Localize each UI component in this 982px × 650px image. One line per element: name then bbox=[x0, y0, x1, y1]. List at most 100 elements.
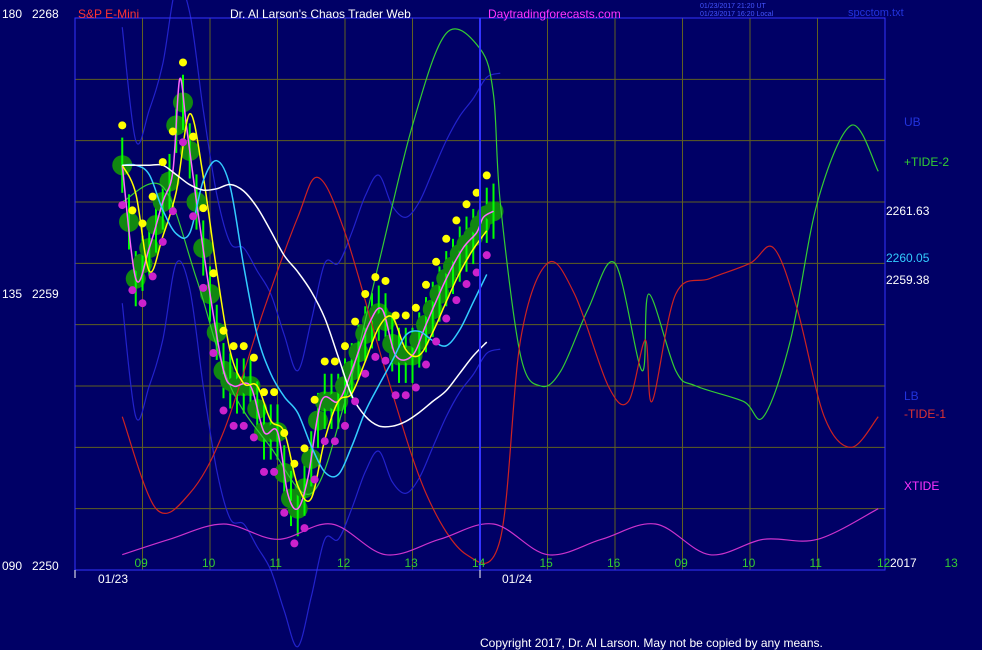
time-tick-label: 13 bbox=[405, 556, 419, 570]
low-dot bbox=[260, 467, 268, 476]
date-label-day2: 01/24 bbox=[502, 572, 532, 586]
axis-price-2250: 2250 bbox=[32, 559, 59, 573]
low-dot bbox=[229, 421, 238, 430]
high-dot bbox=[280, 429, 289, 438]
high-dot bbox=[239, 342, 248, 351]
time-tick-label: 16 bbox=[607, 556, 621, 570]
axis-price-2259: 2259 bbox=[32, 287, 59, 301]
time-tick-label: 11 bbox=[810, 556, 823, 570]
high-dot bbox=[432, 257, 441, 266]
high-dot bbox=[422, 280, 430, 289]
price-label-cyan: 2260.05 bbox=[886, 251, 930, 265]
low-dot bbox=[452, 296, 461, 305]
instrument-title: S&P E-Mini bbox=[78, 7, 139, 21]
copyright: Copyright 2017, Dr. Al Larson. May not b… bbox=[480, 636, 823, 650]
time-tick-label: 15 bbox=[540, 556, 554, 570]
upper-band-line bbox=[121, 0, 501, 372]
chart-svg: 180 2268 S&P E-Mini Dr. Al Larson's Chao… bbox=[2, 0, 959, 650]
high-dot bbox=[411, 303, 420, 312]
high-dot bbox=[260, 388, 268, 397]
time-tick-label: 09 bbox=[135, 556, 149, 570]
time-tick-label: 10 bbox=[742, 556, 756, 570]
low-dot bbox=[442, 314, 451, 323]
low-dot bbox=[148, 272, 157, 281]
low-dot bbox=[158, 237, 167, 246]
high-dot bbox=[229, 342, 238, 351]
low-dot bbox=[330, 437, 339, 446]
high-dot bbox=[442, 234, 451, 243]
low-dot bbox=[381, 356, 390, 365]
high-dot bbox=[310, 395, 319, 404]
high-dot bbox=[148, 192, 157, 201]
low-dot bbox=[310, 475, 319, 484]
indicator-lines bbox=[121, 28, 879, 564]
low-dot bbox=[239, 421, 248, 430]
axis-price-2268: 2268 bbox=[32, 7, 59, 21]
date-label-day1: 01/23 bbox=[98, 572, 128, 586]
high-dot bbox=[290, 459, 299, 468]
time-tick-label: 11 bbox=[270, 556, 283, 570]
high-dot bbox=[320, 357, 329, 366]
high-dot bbox=[341, 342, 349, 351]
high-dot bbox=[249, 353, 258, 362]
low-dot bbox=[320, 437, 329, 446]
price-label-white: 2261.63 bbox=[886, 204, 930, 218]
time-axis: 09101112131415160910111213141516 bbox=[135, 556, 959, 570]
legend-ub: UB bbox=[904, 115, 921, 129]
high-dot bbox=[219, 326, 228, 335]
high-dot bbox=[351, 317, 360, 326]
high-dot bbox=[128, 206, 137, 215]
timestamp-local: 01/23/2017 16:20 Local bbox=[700, 11, 774, 18]
time-tick-label: 12 bbox=[877, 556, 891, 570]
high-dot bbox=[381, 276, 390, 285]
legend-tide2: +TIDE-2 bbox=[904, 155, 949, 169]
low-dot bbox=[168, 207, 177, 216]
time-tick-label: 12 bbox=[337, 556, 351, 570]
time-tick-label: 13 bbox=[945, 556, 959, 570]
low-dot bbox=[371, 352, 380, 361]
axis-label-090: 090 bbox=[2, 559, 22, 573]
low-dot bbox=[209, 349, 218, 358]
high-dot bbox=[462, 200, 471, 209]
high-dot bbox=[118, 121, 127, 130]
time-tick-label: 10 bbox=[202, 556, 216, 570]
high-dot bbox=[138, 219, 147, 228]
low-dot bbox=[462, 280, 471, 289]
low-dot bbox=[432, 337, 441, 346]
low-dot bbox=[361, 369, 370, 378]
high-dot bbox=[330, 357, 339, 366]
high-dot bbox=[482, 171, 491, 180]
xtide-line bbox=[122, 508, 879, 556]
low-dot bbox=[179, 138, 187, 147]
brand-title: Dr. Al Larson's Chaos Trader Web bbox=[230, 7, 411, 21]
high-dot bbox=[158, 158, 167, 167]
time-tick-label: 14 bbox=[472, 556, 486, 570]
low-dot bbox=[199, 283, 208, 292]
legend-tide1: -TIDE-1 bbox=[904, 407, 946, 421]
low-dot bbox=[118, 201, 127, 210]
low-dot bbox=[270, 467, 279, 476]
high-dot bbox=[189, 132, 198, 141]
high-dot bbox=[401, 311, 410, 320]
low-dot bbox=[411, 383, 420, 392]
site-title: Daytradingforecasts.com bbox=[488, 7, 621, 21]
high-dot bbox=[179, 58, 187, 67]
low-dot bbox=[249, 433, 258, 442]
legend-xtide: XTIDE bbox=[904, 479, 939, 493]
year-label: 2017 bbox=[890, 556, 917, 570]
file-name: spcctom.txt bbox=[848, 7, 904, 19]
low-dot bbox=[219, 406, 228, 415]
low-dot bbox=[280, 508, 289, 517]
low-dot bbox=[391, 391, 400, 400]
timestamp-ut: 01/23/2017 21:20 UT bbox=[700, 3, 766, 10]
high-dot bbox=[209, 269, 218, 278]
axis-label-135: 135 bbox=[2, 287, 22, 301]
high-dot bbox=[300, 444, 309, 453]
high-dot bbox=[361, 290, 370, 298]
low-dot bbox=[290, 539, 299, 548]
high-dot bbox=[199, 204, 208, 213]
price-label-white2: 2259.38 bbox=[886, 273, 930, 287]
low-dot bbox=[482, 251, 491, 260]
low-dot bbox=[401, 391, 410, 400]
low-dot bbox=[300, 524, 309, 533]
